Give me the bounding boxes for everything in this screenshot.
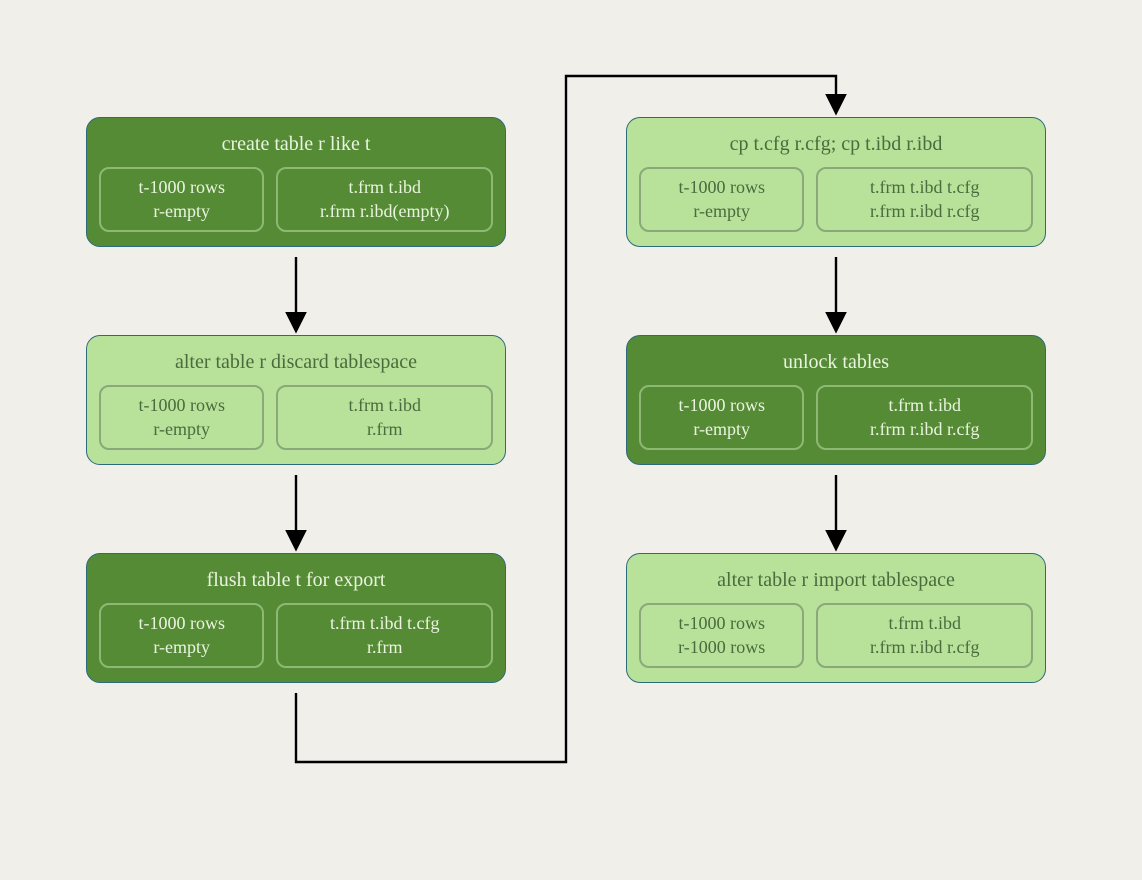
state-files: t.frm t.ibd r.frm r.ibd r.cfg xyxy=(816,603,1033,668)
state-files: t.frm t.ibd r.frm xyxy=(276,385,493,450)
state-rows: t-1000 rows r-1000 rows xyxy=(639,603,804,668)
step-title: create table r like t xyxy=(99,132,493,157)
step-title: alter table r import tablespace xyxy=(639,568,1033,593)
step-discard-tablespace: alter table r discard tablespace t-1000 … xyxy=(86,335,506,465)
step-flush-for-export: flush table t for export t-1000 rows r-e… xyxy=(86,553,506,683)
state-rows: t-1000 rows r-empty xyxy=(99,603,264,668)
state-rows: t-1000 rows r-empty xyxy=(639,167,804,232)
state-files: t.frm t.ibd r.frm r.ibd r.cfg xyxy=(816,385,1033,450)
step-create-table: create table r like t t-1000 rows r-empt… xyxy=(86,117,506,247)
diagram-canvas: { "nodes": [ { "id": "n1", "variant": "d… xyxy=(0,0,1142,880)
step-title: alter table r discard tablespace xyxy=(99,350,493,375)
state-rows: t-1000 rows r-empty xyxy=(639,385,804,450)
step-title: unlock tables xyxy=(639,350,1033,375)
state-files: t.frm t.ibd t.cfg r.frm xyxy=(276,603,493,668)
state-rows: t-1000 rows r-empty xyxy=(99,385,264,450)
step-unlock-tables: unlock tables t-1000 rows r-empty t.frm … xyxy=(626,335,1046,465)
state-files: t.frm t.ibd r.frm r.ibd(empty) xyxy=(276,167,493,232)
step-copy-files: cp t.cfg r.cfg; cp t.ibd r.ibd t-1000 ro… xyxy=(626,117,1046,247)
step-import-tablespace: alter table r import tablespace t-1000 r… xyxy=(626,553,1046,683)
state-files: t.frm t.ibd t.cfg r.frm r.ibd r.cfg xyxy=(816,167,1033,232)
step-title: flush table t for export xyxy=(99,568,493,593)
state-rows: t-1000 rows r-empty xyxy=(99,167,264,232)
step-title: cp t.cfg r.cfg; cp t.ibd r.ibd xyxy=(639,132,1033,157)
